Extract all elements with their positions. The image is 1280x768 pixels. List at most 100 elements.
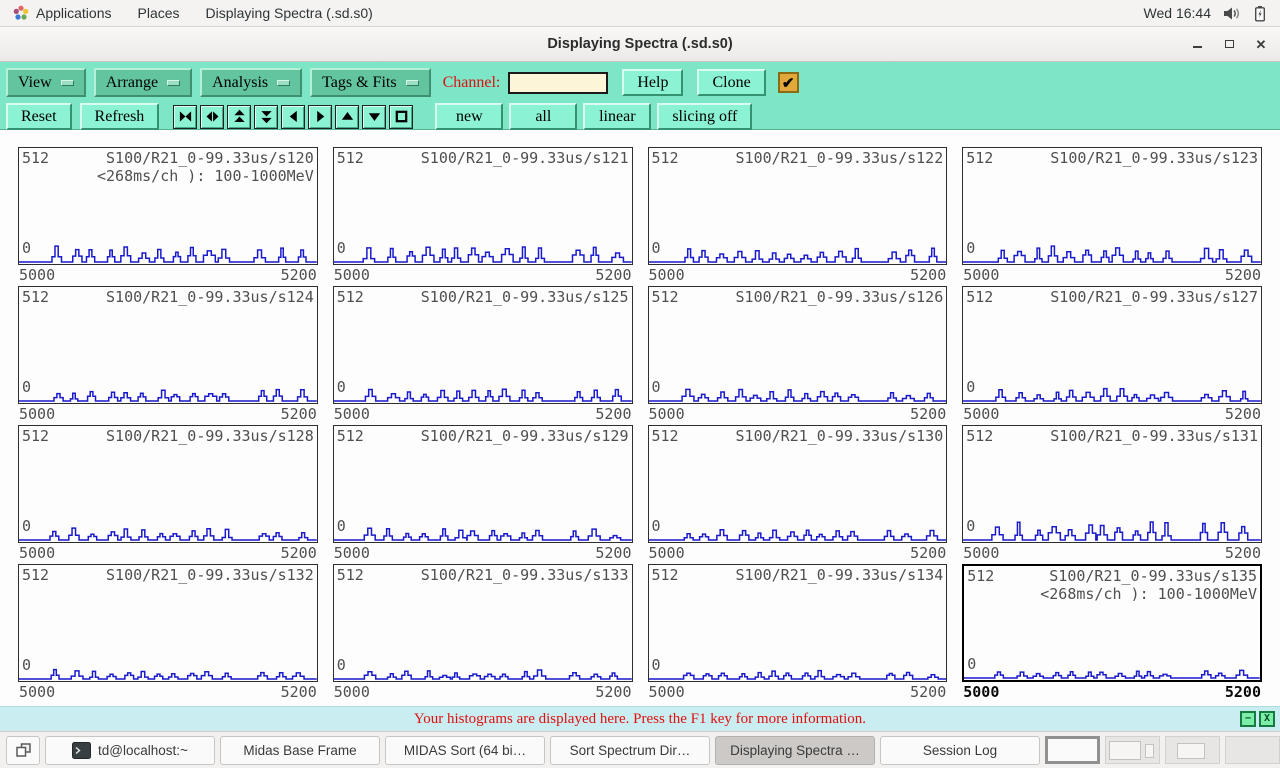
nav-button-right[interactable] xyxy=(308,105,332,129)
nav-button-square[interactable] xyxy=(389,105,413,129)
x-axis-labels: 50005200 xyxy=(648,682,948,703)
x-min-label: 5000 xyxy=(19,404,55,425)
x-min-label: 5000 xyxy=(19,682,55,703)
nav-button-double-up[interactable] xyxy=(227,105,251,129)
spectrum-subtitle: <268ms/ch ): 100-1000MeV xyxy=(19,167,317,185)
menu-button-label: Analysis xyxy=(212,74,268,92)
applications-menu-label: Applications xyxy=(36,5,112,21)
taskbar-item-label: Displaying Spectra … xyxy=(730,743,860,758)
spectrum-panel[interactable]: 512S100/R21_0-99.33us/s125050005200 xyxy=(333,286,633,425)
workspace-1[interactable] xyxy=(1045,736,1100,764)
expand-horizontal-icon xyxy=(205,109,220,124)
status-minimize-button[interactable]: − xyxy=(1240,711,1256,727)
histogram-trace xyxy=(649,647,947,681)
workspace-2[interactable] xyxy=(1105,736,1160,764)
window-title-bar[interactable]: Displaying Spectra (.sd.s0) ✕ xyxy=(0,27,1280,62)
spectrum-title: S100/R21_0-99.33us/s131 xyxy=(1050,427,1258,445)
menu-button-arrange[interactable]: Arrange xyxy=(94,68,192,97)
active-app-menu[interactable]: Displaying Spectra (.sd.s0) xyxy=(193,0,386,26)
applications-menu[interactable]: Applications xyxy=(0,0,125,26)
workspace-window xyxy=(1145,744,1154,758)
nav-button-left[interactable] xyxy=(281,105,305,129)
nav-button-expand-horizontal[interactable] xyxy=(200,105,224,129)
spectrum-plot: 512S100/R21_0-99.33us/s1210 xyxy=(333,147,633,265)
channel-input[interactable] xyxy=(508,72,608,94)
minimize-icon[interactable] xyxy=(1190,37,1204,51)
taskbar-item-session-log[interactable]: Session Log xyxy=(880,736,1040,765)
close-icon[interactable]: ✕ xyxy=(1254,37,1268,51)
spectrum-panel[interactable]: 512S100/R21_0-99.33us/s127050005200 xyxy=(962,286,1262,425)
taskbar-item-sort-spectrum-dir[interactable]: Sort Spectrum Dir… xyxy=(550,736,710,765)
x-axis-labels: 50005200 xyxy=(333,682,633,703)
volume-icon[interactable] xyxy=(1223,6,1242,21)
spectrum-panel[interactable]: 512S100/R21_0-99.33us/s131050005200 xyxy=(962,425,1262,564)
reset-button[interactable]: Reset xyxy=(6,103,72,130)
histogram-trace xyxy=(649,508,947,542)
nav-button-double-down[interactable] xyxy=(254,105,278,129)
clone-button[interactable]: Clone xyxy=(697,69,765,96)
spectrum-plot: 512S100/R21_0-99.33us/s1320 xyxy=(18,564,318,682)
spectrum-plot: 512S100/R21_0-99.33us/s1260 xyxy=(648,286,948,404)
compress-horizontal-icon xyxy=(178,109,193,124)
x-min-label: 5000 xyxy=(649,543,685,564)
spectrum-panel[interactable]: 512S100/R21_0-99.33us/s121050005200 xyxy=(333,147,633,286)
menu-button-tags-fits[interactable]: Tags & Fits xyxy=(310,68,430,97)
taskbar: td@localhost:~Midas Base FrameMIDAS Sort… xyxy=(0,731,1280,768)
spectrum-plot: 512S100/R21_0-99.33us/s120<268ms/ch ): 1… xyxy=(18,147,318,265)
taskbar-item-midas-sort-64-bi[interactable]: MIDAS Sort (64 bi… xyxy=(385,736,545,765)
clone-checkbox[interactable]: ✔ xyxy=(778,72,799,93)
active-app-label: Displaying Spectra (.sd.s0) xyxy=(206,5,373,21)
clock[interactable]: Wed 16:44 xyxy=(1144,5,1211,21)
spectrum-panel[interactable]: 512S100/R21_0-99.33us/s130050005200 xyxy=(648,425,948,564)
status-close-button[interactable]: X xyxy=(1259,711,1275,727)
taskbar-item-displaying-spectra[interactable]: Displaying Spectra … xyxy=(715,736,875,765)
spectra-display-area: 512S100/R21_0-99.33us/s120<268ms/ch ): 1… xyxy=(0,130,1280,706)
linear-button[interactable]: linear xyxy=(583,103,651,130)
task-button-list: td@localhost:~Midas Base FrameMIDAS Sort… xyxy=(45,736,1040,765)
taskbar-item-td-localhost[interactable]: td@localhost:~ xyxy=(45,736,215,765)
x-axis-labels: 50005200 xyxy=(333,404,633,425)
taskbar-item-midas-base-frame[interactable]: Midas Base Frame xyxy=(220,736,380,765)
spectrum-panel[interactable]: 512S100/R21_0-99.33us/s134050005200 xyxy=(648,564,948,703)
histogram-trace xyxy=(334,647,632,681)
spectrum-panel[interactable]: 512S100/R21_0-99.33us/s128050005200 xyxy=(18,425,318,564)
workspace-4[interactable] xyxy=(1225,736,1280,764)
show-desktop-button[interactable] xyxy=(6,736,40,765)
x-min-label: 5000 xyxy=(334,404,370,425)
spectrum-panel[interactable]: 512S100/R21_0-99.33us/s133050005200 xyxy=(333,564,633,703)
help-button[interactable]: Help xyxy=(622,69,683,96)
nav-button-down[interactable] xyxy=(362,105,386,129)
spectrum-panel[interactable]: 512S100/R21_0-99.33us/s132050005200 xyxy=(18,564,318,703)
spectrum-title: S100/R21_0-99.33us/s127 xyxy=(1050,288,1258,306)
workspace-3[interactable] xyxy=(1165,736,1220,764)
x-max-label: 5200 xyxy=(910,404,946,425)
spectrum-panel[interactable]: 512S100/R21_0-99.33us/s120<268ms/ch ): 1… xyxy=(18,147,318,286)
spectrum-panel[interactable]: 512S100/R21_0-99.33us/s124050005200 xyxy=(18,286,318,425)
nav-button-up[interactable] xyxy=(335,105,359,129)
slicing-off-button[interactable]: slicing off xyxy=(657,103,752,130)
refresh-button[interactable]: Refresh xyxy=(80,103,160,130)
spectrum-panel[interactable]: 512S100/R21_0-99.33us/s135<268ms/ch ): 1… xyxy=(962,564,1262,703)
windows-icon xyxy=(15,742,32,758)
toolbar-menus: View Arrange Analysis Tags & Fits xyxy=(6,68,431,97)
spectrum-panel[interactable]: 512S100/R21_0-99.33us/s129050005200 xyxy=(333,425,633,564)
new-button[interactable]: new xyxy=(435,103,503,130)
spectrum-panel[interactable]: 512S100/R21_0-99.33us/s126050005200 xyxy=(648,286,948,425)
x-max-label: 5200 xyxy=(1225,404,1261,425)
y-max-label: 512 xyxy=(22,566,49,584)
channel-label: Channel: xyxy=(443,74,501,92)
battery-icon[interactable] xyxy=(1254,5,1266,22)
menu-button-analysis[interactable]: Analysis xyxy=(200,68,302,97)
maximize-icon[interactable] xyxy=(1222,37,1236,51)
places-menu[interactable]: Places xyxy=(125,0,193,26)
nav-button-compress-horizontal[interactable] xyxy=(173,105,197,129)
x-max-label: 5200 xyxy=(1225,265,1261,286)
x-axis-labels: 50005200 xyxy=(962,543,1262,564)
x-min-label: 5000 xyxy=(19,543,55,564)
menu-button-view[interactable]: View xyxy=(6,68,86,97)
spectrum-panel[interactable]: 512S100/R21_0-99.33us/s123050005200 xyxy=(962,147,1262,286)
double-up-icon xyxy=(232,109,247,124)
spectrum-panel[interactable]: 512S100/R21_0-99.33us/s122050005200 xyxy=(648,147,948,286)
all-button[interactable]: all xyxy=(509,103,577,130)
histogram-trace xyxy=(19,230,317,264)
